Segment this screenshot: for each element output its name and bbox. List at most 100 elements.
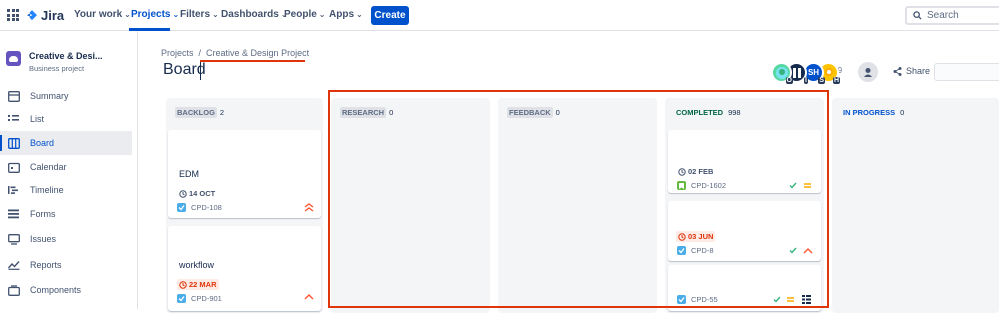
avatar-badge: O [785,77,793,84]
global-search-input[interactable]: Search [905,6,999,25]
app-switcher-icon[interactable] [7,9,19,21]
clock-icon [179,280,187,289]
clock-icon [678,232,686,241]
breadcrumb: Projects / Creative & Design Project [161,48,309,58]
avatar[interactable]: O [771,62,793,84]
due-date: 02 FEB [676,166,715,177]
priority-medium-icon [787,297,794,302]
task-icon [677,295,686,304]
nav-dashboards[interactable]: Dashboards ⌄ [221,9,288,20]
chevron-down-icon: ⌄ [124,10,131,19]
project-name: Creative & Desi... [29,51,103,61]
share-button[interactable]: Share [893,66,930,76]
board-icon [8,137,20,149]
column-header: FEEDBACK 0 [507,107,560,118]
nav-apps[interactable]: Apps ⌄ [329,9,363,20]
chevron-down-icon: ⌄ [212,10,219,19]
priority-high-icon [304,294,314,300]
breadcrumb-projects[interactable]: Projects [161,48,194,58]
story-icon [677,181,686,190]
issue-key: CPD-1602 [677,181,726,190]
priority-high-icon [803,248,813,254]
clock-icon [179,189,187,198]
column-header: IN PROGRESS 0 [841,108,904,117]
chevron-down-icon: ⌄ [318,10,326,19]
issue-key: CPD-108 [177,203,222,212]
sidebar-item-issues[interactable]: Issues [0,227,132,251]
share-icon [893,66,902,76]
add-people-button[interactable] [858,62,878,82]
due-date-overdue: 22 MAR [177,279,219,290]
annotation-underline [200,60,305,62]
column-name: FEEDBACK [507,107,553,118]
sidebar-item-reports[interactable]: Reports [0,253,132,277]
chevron-down-icon: ⌄ [172,10,180,19]
sidebar-item-components[interactable]: Components [0,278,132,302]
logo-text: Jira [41,8,65,23]
breadcrumb-separator: / [198,48,202,58]
issue-card[interactable]: workflow 22 MAR CPD-901 [168,226,321,311]
task-icon [177,203,186,212]
sidebar-item-board[interactable]: Board [0,131,132,155]
issue-card[interactable]: 03 JUN CPD-8 [668,201,821,261]
top-navigation: Jira Your work ⌄ Projects ⌄ Filters ⌄ Dashb… [0,0,999,31]
board-column-research: RESEARCH 0 [331,98,490,313]
card-title: workflow [179,260,215,270]
search-icon [913,11,922,20]
project-type: Business project [29,64,85,73]
sidebar-item-list[interactable]: List [0,107,132,131]
components-icon [8,284,20,296]
due-date-overdue: 03 JUN [676,231,716,242]
board-column-feedback: FEEDBACK 0 [498,98,657,313]
forms-icon [8,209,19,219]
column-name: IN PROGRESS [843,108,896,117]
column-header: RESEARCH 0 [340,107,394,118]
timeline-icon [8,186,18,194]
nav-projects[interactable]: Projects ⌄ [131,9,179,20]
column-count: 0 [389,108,394,117]
column-count: 998 [728,108,741,117]
task-icon [677,246,686,255]
column-header: COMPLETED 998 [674,108,741,117]
column-count: 0 [555,108,560,117]
avatar-badge: S [818,77,825,84]
add-user-icon [863,67,872,77]
task-icon [177,294,186,303]
jira-logo[interactable]: Jira [27,8,64,23]
reports-icon [8,261,20,270]
sidebar-item-summary[interactable]: Summary [0,84,132,108]
breadcrumb-project[interactable]: Creative & Design Project [206,48,309,58]
issue-key: CPD-55 [677,295,718,304]
nav-your-work[interactable]: Your work ⌄ [74,9,131,20]
nav-people[interactable]: People ⌄ [284,9,326,20]
column-count: 0 [900,108,905,117]
board-search-input[interactable] [934,63,999,81]
text-cursor [200,62,201,80]
issues-icon [8,233,20,245]
calendar-icon [8,162,20,173]
column-name: BACKLOG [175,107,217,118]
column-name: COMPLETED [676,108,724,117]
project-header[interactable]: Creative & Desi... Business project [6,51,103,73]
subtasks-icon [802,295,811,304]
create-button[interactable]: Create [371,6,409,25]
board-column-completed: COMPLETED 998 02 FEB CPD-1602 03 JUN CPD-… [665,98,824,313]
priority-medium-icon [804,183,811,188]
done-check-icon [789,247,797,254]
issue-card[interactable]: 02 FEB CPD-1602 [668,130,821,193]
column-count: 2 [219,108,225,117]
sidebar-item-calendar[interactable]: Calendar [0,155,132,179]
issue-card[interactable]: CPD-55 [668,265,821,311]
sidebar-item-timeline[interactable]: Timeline [0,178,132,202]
avatar-badge: I [804,77,808,84]
avatar-initials: SH [807,68,820,77]
project-sidebar: Creative & Desi... Business project Summ… [0,31,138,309]
avatar-badge: H [832,77,840,84]
sidebar-item-forms[interactable]: Forms [0,202,132,226]
issue-key: CPD-8 [677,246,714,255]
issue-card[interactable]: EDM 14 OCT CPD-108 [168,130,321,218]
due-date: 14 OCT [177,188,217,199]
board-column-backlog: BACKLOG 2 EDM 14 OCT CPD-108 workflow 22 … [166,98,323,313]
nav-filters[interactable]: Filters ⌄ [180,9,219,20]
summary-icon [8,90,20,102]
